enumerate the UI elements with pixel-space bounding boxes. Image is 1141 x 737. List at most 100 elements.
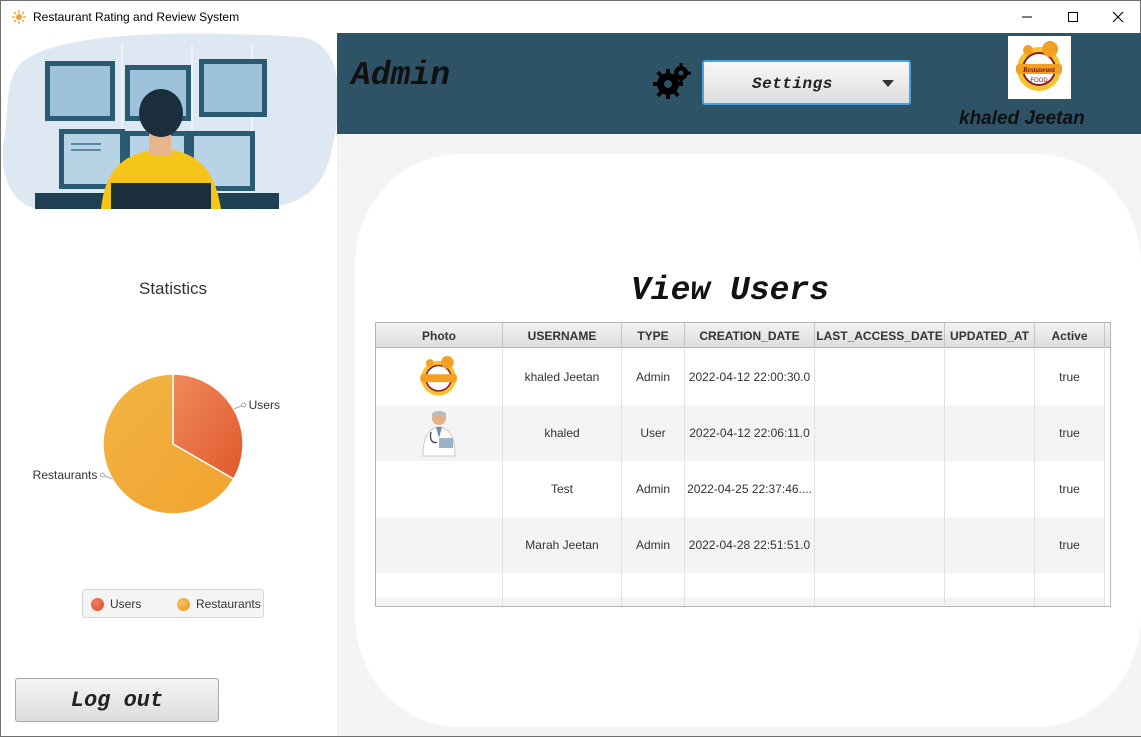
empty-cell: [376, 573, 503, 597]
legend-dot-users: [91, 597, 104, 611]
column-header-active[interactable]: Active: [1035, 323, 1105, 348]
active-cell: true: [1035, 405, 1105, 461]
svg-text:Restaurant: Restaurant: [1022, 66, 1056, 74]
table-row[interactable]: khaled Jeetan Admin 2022-04-12 22:00:30.…: [376, 349, 1105, 405]
restaurant-logo-icon: Restaurant FOOD: [1016, 41, 1062, 91]
empty-row: [376, 573, 1105, 597]
pie-label-dot-users: [241, 402, 247, 408]
sidebar: Statistics Users Restaurants Users Restau…: [1, 33, 337, 736]
photo-cell: [376, 405, 503, 461]
username-cell: Marah Jeetan: [503, 517, 622, 573]
main-content: View Users Photo USERNAME TYPE CREATION_…: [337, 134, 1141, 736]
minimize-button[interactable]: [1004, 1, 1050, 33]
empty-cell: [945, 573, 1035, 597]
username-cell: Test: [503, 461, 622, 517]
legend-item-restaurants: Restaurants: [177, 597, 261, 611]
updated-at-cell: [945, 517, 1035, 573]
statistics-pie-chart: Users Restaurants: [33, 373, 280, 515]
type-cell: Admin: [622, 349, 685, 405]
legend-label-users: Users: [110, 597, 142, 611]
maximize-button[interactable]: [1050, 1, 1096, 33]
empty-cell: [622, 597, 685, 606]
user-photo: [414, 408, 464, 458]
column-header-type[interactable]: TYPE: [622, 323, 685, 348]
photo-cell: [376, 517, 503, 573]
updated-at-cell: [945, 461, 1035, 517]
username-cell: khaled: [503, 405, 622, 461]
settings-gear-icon: [653, 63, 691, 99]
empty-cell: [815, 573, 945, 597]
type-cell: User: [622, 405, 685, 461]
legend-dot-restaurants: [177, 597, 190, 611]
users-card: View Users Photo USERNAME TYPE CREATION_…: [355, 154, 1141, 727]
pie-label-users: Users: [249, 398, 280, 412]
table-row[interactable]: Marah Jeetan Admin 2022-04-28 22:51:51.0…: [376, 517, 1105, 573]
type-cell: Admin: [622, 461, 685, 517]
role-title: Admin: [351, 57, 451, 94]
logout-button[interactable]: Log out: [15, 678, 219, 722]
current-user-name: khaled Jeetan: [959, 108, 1085, 129]
last-access-date-cell: [815, 349, 945, 405]
type-cell: Admin: [622, 517, 685, 573]
empty-cell: [503, 597, 622, 606]
empty-cell: [685, 597, 815, 606]
empty-cell: [622, 573, 685, 597]
doctor-avatar-icon: [422, 411, 456, 457]
user-photo: [414, 352, 464, 402]
legend-item-users: Users: [91, 597, 141, 611]
minimize-icon: [1022, 16, 1032, 18]
table-header: Photo USERNAME TYPE CREATION_DATE LAST_A…: [376, 323, 1110, 348]
active-cell: true: [1035, 517, 1105, 573]
last-access-date-cell: [815, 405, 945, 461]
close-icon: [1112, 11, 1124, 23]
last-access-date-cell: [815, 461, 945, 517]
table-row[interactable]: khaled User 2022-04-12 22:06:11.0 true: [376, 405, 1105, 461]
empty-cell: [685, 573, 815, 597]
username-cell: khaled Jeetan: [503, 349, 622, 405]
title-bar: Restaurant Rating and Review System: [1, 1, 1140, 33]
settings-dropdown[interactable]: Settings: [702, 60, 911, 105]
restaurant-logo: Restaurant FOOD: [1008, 36, 1071, 99]
column-header-photo[interactable]: Photo: [376, 323, 503, 348]
photo-cell: [376, 461, 503, 517]
statistics-title: Statistics: [138, 279, 208, 298]
empty-row: [376, 597, 1105, 606]
creation-date-cell: 2022-04-12 22:06:11.0: [685, 405, 815, 461]
active-cell: true: [1035, 349, 1105, 405]
active-cell: true: [1035, 461, 1105, 517]
restaurant-logo-icon: [420, 355, 457, 396]
window-title: Restaurant Rating and Review System: [33, 10, 240, 24]
table-body: khaled Jeetan Admin 2022-04-12 22:00:30.…: [376, 349, 1105, 606]
creation-date-cell: 2022-04-12 22:00:30.0: [685, 349, 815, 405]
updated-at-cell: [945, 405, 1035, 461]
empty-cell: [815, 597, 945, 606]
column-header-filler: [1105, 323, 1110, 348]
column-header-updated-at[interactable]: UPDATED_AT: [945, 323, 1035, 348]
updated-at-cell: [945, 349, 1035, 405]
app-window: Restaurant Rating and Review System Stat…: [0, 0, 1141, 737]
admin-monitors-illustration: [2, 33, 337, 210]
empty-cell: [1035, 597, 1105, 606]
sun-app-icon: [12, 10, 26, 24]
legend-label-restaurants: Restaurants: [196, 597, 261, 611]
top-header: Admin Settings Restaurant FOOD khaled Je…: [337, 33, 1141, 134]
users-table[interactable]: Photo USERNAME TYPE CREATION_DATE LAST_A…: [375, 322, 1111, 607]
maximize-icon: [1068, 12, 1078, 22]
chevron-down-icon: [882, 80, 894, 87]
settings-label: Settings: [752, 75, 833, 93]
close-button[interactable]: [1095, 1, 1141, 33]
creation-date-cell: 2022-04-28 22:51:51.0: [685, 517, 815, 573]
creation-date-cell: 2022-04-25 22:37:46....: [685, 461, 815, 517]
svg-text:FOOD: FOOD: [1030, 78, 1048, 84]
column-header-username[interactable]: USERNAME: [503, 323, 622, 348]
last-access-date-cell: [815, 517, 945, 573]
empty-cell: [503, 573, 622, 597]
column-header-last-access-date[interactable]: LAST_ACCESS_DATE: [815, 323, 945, 348]
column-header-creation-date[interactable]: CREATION_DATE: [685, 323, 815, 348]
empty-cell: [1035, 573, 1105, 597]
empty-cell: [376, 597, 503, 606]
page-title: View Users: [630, 272, 830, 309]
table-row[interactable]: Test Admin 2022-04-25 22:37:46.... true: [376, 461, 1105, 517]
photo-cell: [376, 349, 503, 405]
chart-legend: Users Restaurants: [82, 589, 264, 618]
